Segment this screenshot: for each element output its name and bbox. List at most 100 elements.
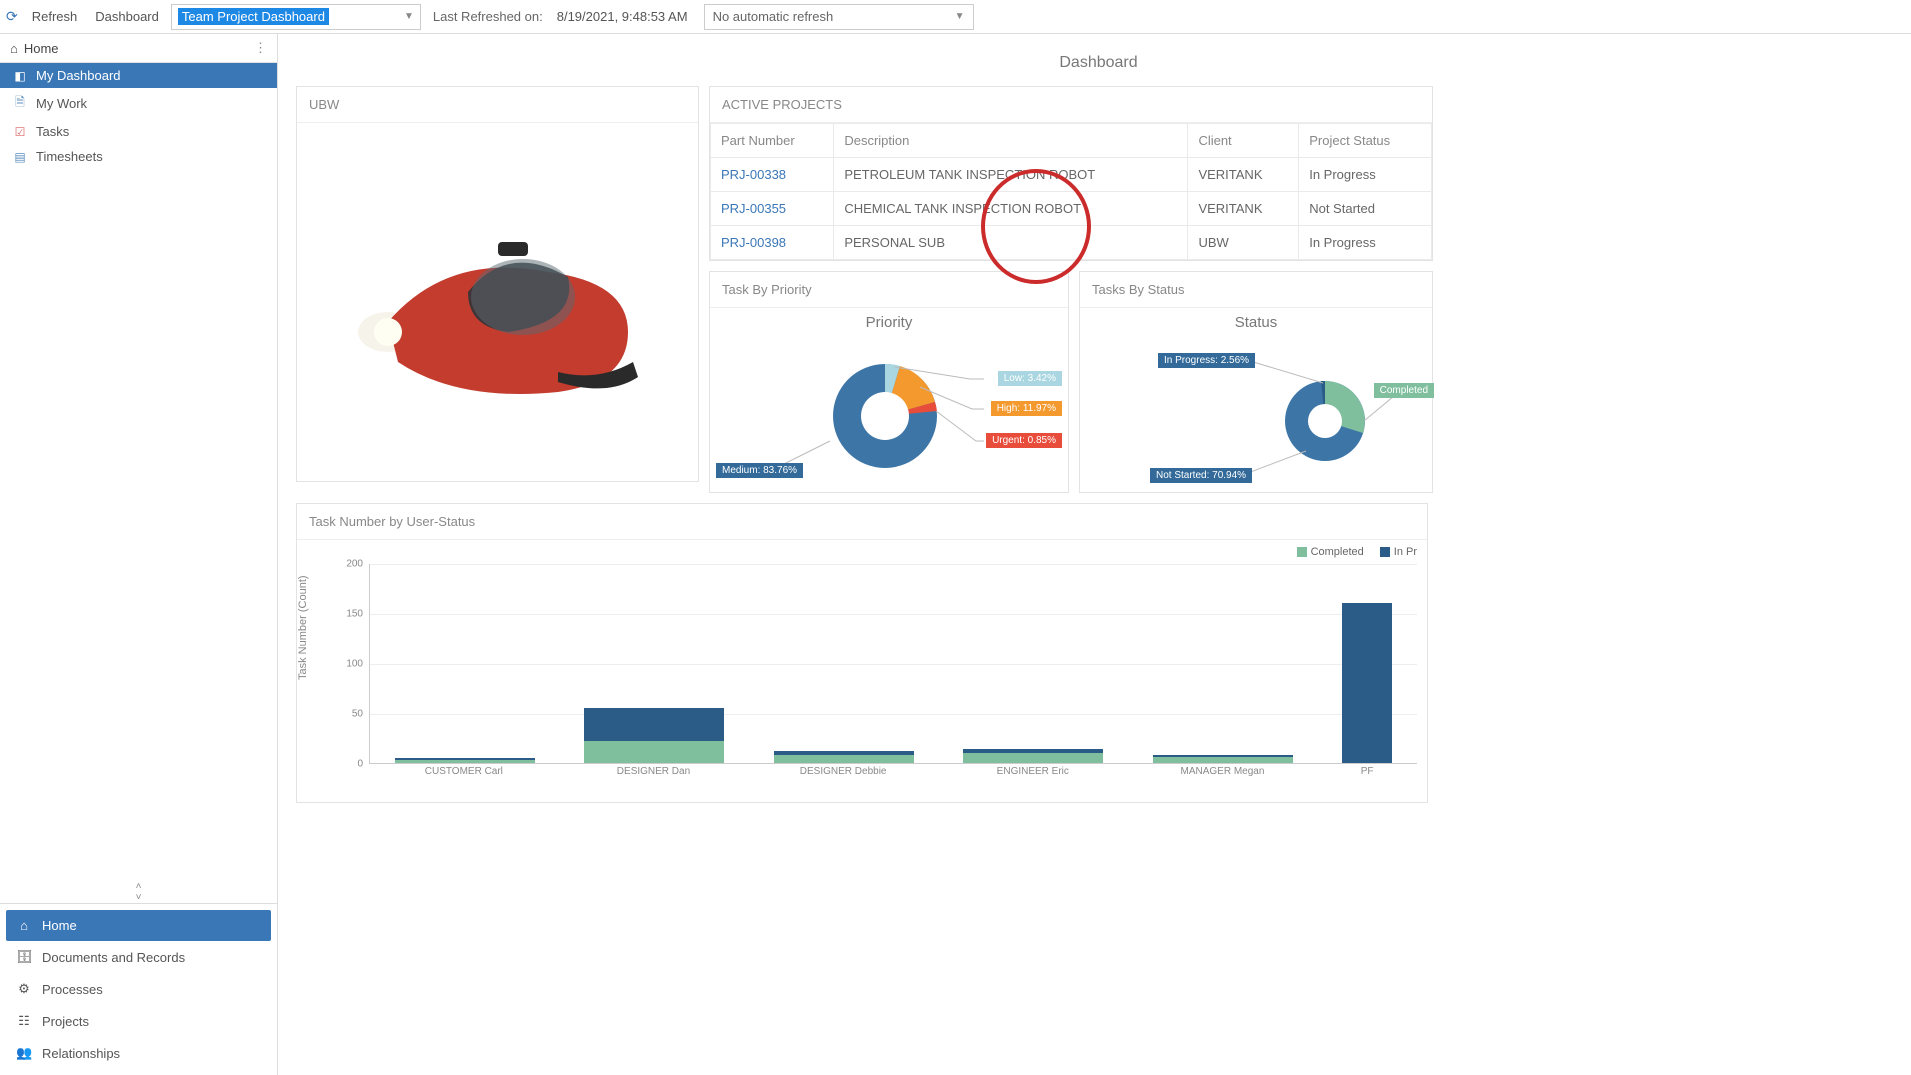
chevron-down-icon: ▼ (955, 11, 965, 22)
y-tick: 50 (352, 709, 363, 720)
status-chart-title: Status (1080, 308, 1432, 331)
active-projects-card: ACTIVE PROJECTS Part Number Description … (709, 86, 1433, 261)
bottom-nav-label: Documents and Records (42, 950, 185, 965)
work-icon: 🗎 (12, 93, 28, 114)
sidebar-splitter[interactable]: ˄ ˅ (0, 881, 277, 903)
submarine-image (328, 182, 668, 422)
sidebar-home-label: Home (24, 41, 59, 56)
chevron-up-icon: ˄ (136, 881, 142, 892)
dashboard-selected-value: Team Project Dasbhoard (178, 8, 329, 25)
sidebar-item-my-dashboard[interactable]: ◧ My Dashboard (0, 63, 277, 88)
relationships-icon: 👥 (16, 1045, 32, 1061)
priority-card-title: Task By Priority (710, 272, 1068, 308)
col-description[interactable]: Description (834, 124, 1188, 158)
cell-status: In Progress (1299, 158, 1432, 192)
sidebar-bottom-nav: ⌂ Home 🗄 Documents and Records ⚙ Process… (0, 903, 277, 1075)
processes-icon: ⚙ (16, 981, 32, 997)
priority-donut-chart: Medium: 83.76% Low: 3.42% High: 11.97% U… (710, 331, 1068, 501)
sidebar-home-row[interactable]: ⌂ Home ⋮ (0, 34, 277, 63)
legend-swatch-inprogress (1380, 547, 1390, 557)
sidebar-nav: ◧ My Dashboard 🗎 My Work ☑ Tasks ▤ Times… (0, 63, 277, 169)
dashboard-icon: ◧ (12, 69, 28, 83)
cell-status: Not Started (1299, 192, 1432, 226)
priority-chart-title: Priority (710, 308, 1068, 331)
sidebar-item-label: My Dashboard (36, 68, 121, 83)
documents-icon: 🗄 (16, 949, 32, 965)
cell-client: UBW (1188, 226, 1299, 260)
tasks-by-status-card: Tasks By Status Status (1079, 271, 1433, 493)
dashboard-content: Dashboard UBW (278, 34, 1911, 1075)
pie-label-completed: Completed (1374, 383, 1434, 398)
status-card-title: Tasks By Status (1080, 272, 1432, 308)
bar-chart: Task Number (Count) 0 50 100 150 200 (307, 564, 1417, 794)
bar-card-title: Task Number by User-Status (297, 504, 1427, 540)
projects-table: Part Number Description Client Project S… (710, 123, 1432, 260)
col-client[interactable]: Client (1188, 124, 1299, 158)
sidebar-item-tasks[interactable]: ☑ Tasks (0, 119, 277, 144)
bottom-nav-projects[interactable]: ☷ Projects (6, 1005, 271, 1037)
image-card-title: UBW (297, 87, 698, 123)
y-tick: 100 (346, 659, 363, 670)
auto-refresh-select[interactable]: No automatic refresh ▼ (704, 4, 974, 30)
legend-swatch-completed (1297, 547, 1307, 557)
status-donut-chart: In Progress: 2.56% Not Started: 70.94% C… (1080, 331, 1432, 501)
timesheet-icon: ▤ (12, 150, 28, 164)
task-by-priority-card: Task By Priority Priority (709, 271, 1069, 493)
table-row[interactable]: PRJ-00338 PETROLEUM TANK INSPECTION ROBO… (711, 158, 1432, 192)
sidebar-item-label: My Work (36, 96, 87, 111)
bottom-nav-label: Home (42, 918, 77, 933)
kebab-icon[interactable]: ⋮ (254, 40, 267, 56)
task-number-by-user-card: Task Number by User-Status Completed In … (296, 503, 1428, 803)
cell-description: PERSONAL SUB (834, 226, 1188, 260)
dashboard-button[interactable]: Dashboard (89, 5, 165, 28)
bottom-nav-label: Relationships (42, 1046, 120, 1061)
part-number-link[interactable]: PRJ-00338 (711, 158, 834, 192)
cell-client: VERITANK (1188, 192, 1299, 226)
home-icon: ⌂ (10, 41, 18, 56)
home-icon: ⌂ (16, 918, 32, 933)
tasks-icon: ☑ (12, 125, 28, 139)
pie-label-medium: Medium: 83.76% (716, 463, 803, 478)
y-tick: 0 (357, 759, 363, 770)
table-row[interactable]: PRJ-00398 PERSONAL SUB UBW In Progress (711, 226, 1432, 260)
last-refreshed-value: 8/19/2021, 9:48:53 AM (557, 9, 688, 24)
chevron-down-icon: ▼ (404, 11, 414, 22)
bottom-nav-processes[interactable]: ⚙ Processes (6, 973, 271, 1005)
legend-inprogress: In Pr (1394, 546, 1417, 558)
pie-label-urgent: Urgent: 0.85% (986, 433, 1062, 448)
bottom-nav-label: Processes (42, 982, 103, 997)
sidebar-item-timesheets[interactable]: ▤ Timesheets (0, 144, 277, 169)
bottom-nav-label: Projects (42, 1014, 89, 1029)
col-project-status[interactable]: Project Status (1299, 124, 1432, 158)
refresh-button[interactable]: Refresh (26, 5, 84, 28)
pie-label-notstarted: Not Started: 70.94% (1150, 468, 1252, 483)
auto-refresh-value: No automatic refresh (713, 9, 834, 24)
chevron-down-icon: ˅ (136, 892, 142, 903)
sidebar-item-label: Timesheets (36, 149, 103, 164)
table-row[interactable]: PRJ-00355 CHEMICAL TANK INSPECTION ROBOT… (711, 192, 1432, 226)
cell-description: CHEMICAL TANK INSPECTION ROBOT (834, 192, 1188, 226)
bottom-nav-documents[interactable]: 🗄 Documents and Records (6, 941, 271, 973)
y-axis-label: Task Number (Count) (297, 575, 309, 680)
part-number-link[interactable]: PRJ-00398 (711, 226, 834, 260)
bar-chart-legend: Completed In Pr (297, 540, 1427, 564)
sidebar-item-label: Tasks (36, 124, 69, 139)
dashboard-select[interactable]: Team Project Dasbhoard ▼ (171, 4, 421, 30)
cell-status: In Progress (1299, 226, 1432, 260)
part-number-link[interactable]: PRJ-00355 (711, 192, 834, 226)
cell-description: PETROLEUM TANK INSPECTION ROBOT (834, 158, 1188, 192)
y-tick: 150 (346, 609, 363, 620)
bottom-nav-relationships[interactable]: 👥 Relationships (6, 1037, 271, 1069)
pie-label-high: High: 11.97% (991, 401, 1062, 416)
top-toolbar: ⟳ Refresh Dashboard Team Project Dasbhoa… (0, 0, 1911, 34)
pie-label-low: Low: 3.42% (998, 371, 1062, 386)
legend-completed: Completed (1311, 546, 1364, 558)
sidebar-item-my-work[interactable]: 🗎 My Work (0, 88, 277, 119)
page-title: Dashboard (296, 44, 1901, 86)
col-part-number[interactable]: Part Number (711, 124, 834, 158)
refresh-icon[interactable]: ⟳ (6, 8, 18, 25)
bottom-nav-home[interactable]: ⌂ Home (6, 910, 271, 941)
image-card: UBW (296, 86, 699, 482)
pie-label-inprogress: In Progress: 2.56% (1158, 353, 1255, 368)
sidebar: ⌂ Home ⋮ ◧ My Dashboard 🗎 My Work (0, 34, 278, 1075)
